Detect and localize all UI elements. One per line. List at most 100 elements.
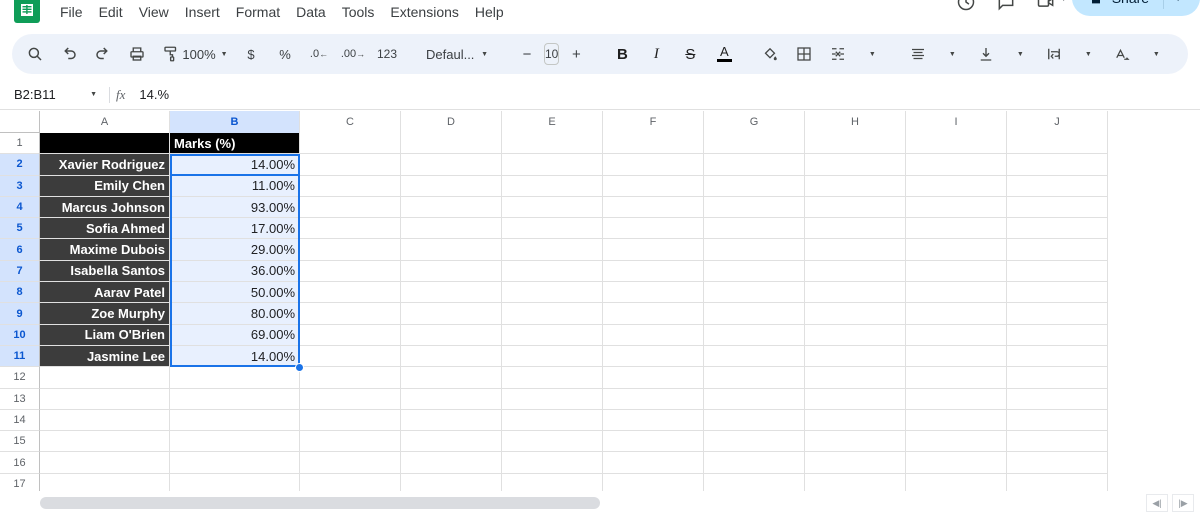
column-header-i[interactable]: I [906, 111, 1007, 133]
cell-J8[interactable] [1007, 282, 1108, 303]
row-header-15[interactable]: 15 [0, 431, 40, 452]
cell-D13[interactable] [401, 389, 502, 410]
merge-cells-icon[interactable] [823, 39, 853, 69]
cell-A5[interactable]: Sofia Ahmed [40, 218, 170, 239]
cell-G1[interactable] [704, 133, 805, 154]
zoom-control[interactable]: 100% ▼ [190, 39, 220, 69]
version-history-icon[interactable] [946, 0, 986, 22]
cell-I6[interactable] [906, 239, 1007, 260]
cell-E3[interactable] [502, 176, 603, 197]
cell-H11[interactable] [805, 346, 906, 367]
menu-item-tools[interactable]: Tools [334, 1, 383, 23]
column-header-b[interactable]: B [170, 111, 300, 133]
share-button[interactable]: Share ▼ [1072, 0, 1200, 16]
cell-J5[interactable] [1007, 218, 1108, 239]
cell-C4[interactable] [300, 197, 401, 218]
cell-F11[interactable] [603, 346, 704, 367]
cell-B11[interactable]: 14.00% [170, 346, 300, 367]
cell-D1[interactable] [401, 133, 502, 154]
undo-icon[interactable] [54, 39, 84, 69]
cell-I16[interactable] [906, 452, 1007, 473]
halign-caret-icon[interactable]: ▼ [937, 39, 967, 69]
cell-C6[interactable] [300, 239, 401, 260]
cell-B5[interactable]: 17.00% [170, 218, 300, 239]
row-header-7[interactable]: 7 [0, 261, 40, 282]
cell-F3[interactable] [603, 176, 704, 197]
cell-F12[interactable] [603, 367, 704, 388]
cell-A16[interactable] [40, 452, 170, 473]
horizontal-align-icon[interactable] [903, 39, 933, 69]
cell-C10[interactable] [300, 325, 401, 346]
row-header-11[interactable]: 11 [0, 346, 40, 367]
cell-C9[interactable] [300, 303, 401, 324]
cell-E16[interactable] [502, 452, 603, 473]
italic-button[interactable]: I [641, 39, 671, 69]
cell-I9[interactable] [906, 303, 1007, 324]
cell-A13[interactable] [40, 389, 170, 410]
cell-F1[interactable] [603, 133, 704, 154]
bold-button[interactable]: B [607, 39, 637, 69]
cell-D7[interactable] [401, 261, 502, 282]
cell-J16[interactable] [1007, 452, 1108, 473]
cell-B13[interactable] [170, 389, 300, 410]
row-header-14[interactable]: 14 [0, 410, 40, 431]
cell-H16[interactable] [805, 452, 906, 473]
menu-item-insert[interactable]: Insert [177, 1, 228, 23]
cell-D10[interactable] [401, 325, 502, 346]
print-icon[interactable] [122, 39, 152, 69]
cell-D12[interactable] [401, 367, 502, 388]
row-header-10[interactable]: 10 [0, 325, 40, 346]
cell-J1[interactable] [1007, 133, 1108, 154]
cell-J4[interactable] [1007, 197, 1108, 218]
currency-format-button[interactable]: $ [236, 39, 266, 69]
cell-H1[interactable] [805, 133, 906, 154]
row-header-1[interactable]: 1 [0, 133, 40, 154]
cell-C2[interactable] [300, 154, 401, 175]
cell-H5[interactable] [805, 218, 906, 239]
cell-C16[interactable] [300, 452, 401, 473]
meet-caret-icon[interactable]: ▼ [1060, 0, 1068, 3]
share-chevron-down-icon[interactable]: ▼ [1174, 0, 1182, 3]
cell-F8[interactable] [603, 282, 704, 303]
font-size-input[interactable]: 10 [544, 43, 559, 65]
cell-C3[interactable] [300, 176, 401, 197]
cell-B10[interactable]: 69.00% [170, 325, 300, 346]
cell-G4[interactable] [704, 197, 805, 218]
decrease-font-size-button[interactable]: − [512, 39, 542, 69]
fill-color-icon[interactable] [755, 39, 785, 69]
cell-E12[interactable] [502, 367, 603, 388]
valign-caret-icon[interactable]: ▼ [1005, 39, 1035, 69]
cell-J14[interactable] [1007, 410, 1108, 431]
cell-G16[interactable] [704, 452, 805, 473]
cell-J11[interactable] [1007, 346, 1108, 367]
cell-G13[interactable] [704, 389, 805, 410]
cell-E4[interactable] [502, 197, 603, 218]
row-header-5[interactable]: 5 [0, 218, 40, 239]
borders-icon[interactable] [789, 39, 819, 69]
cell-D3[interactable] [401, 176, 502, 197]
row-header-16[interactable]: 16 [0, 452, 40, 473]
cell-E2[interactable] [502, 154, 603, 175]
horizontal-scrollbar-track[interactable] [40, 497, 1130, 509]
cell-I5[interactable] [906, 218, 1007, 239]
row-header-6[interactable]: 6 [0, 239, 40, 260]
cell-J13[interactable] [1007, 389, 1108, 410]
cell-D14[interactable] [401, 410, 502, 431]
cell-A1[interactable] [40, 133, 170, 154]
row-header-13[interactable]: 13 [0, 389, 40, 410]
decrease-decimal-button[interactable]: .0 ← [304, 39, 334, 69]
cell-B9[interactable]: 80.00% [170, 303, 300, 324]
menu-item-view[interactable]: View [131, 1, 177, 23]
more-formats-button[interactable]: 123 [372, 39, 402, 69]
cell-C7[interactable] [300, 261, 401, 282]
cell-F16[interactable] [603, 452, 704, 473]
cell-A12[interactable] [40, 367, 170, 388]
cell-D4[interactable] [401, 197, 502, 218]
cell-G11[interactable] [704, 346, 805, 367]
cell-E11[interactable] [502, 346, 603, 367]
column-header-f[interactable]: F [603, 111, 704, 133]
cell-I15[interactable] [906, 431, 1007, 452]
row-header-8[interactable]: 8 [0, 282, 40, 303]
cell-B6[interactable]: 29.00% [170, 239, 300, 260]
menu-item-extensions[interactable]: Extensions [382, 1, 466, 23]
